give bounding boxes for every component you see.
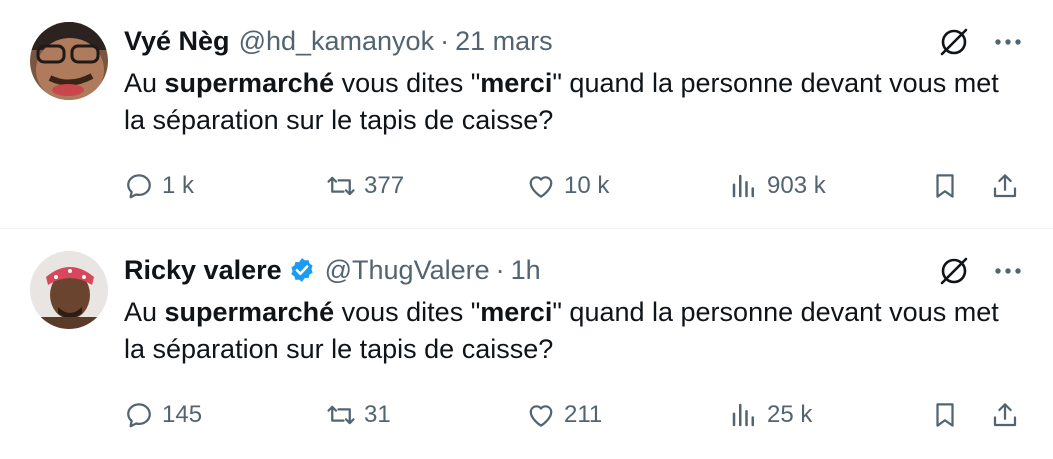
grok-icon[interactable] bbox=[937, 254, 971, 288]
verified-badge-icon[interactable] bbox=[288, 256, 316, 284]
reply-count: 1 k bbox=[162, 172, 195, 199]
text-bold: supermarché bbox=[164, 68, 335, 98]
separator-dot: · bbox=[495, 254, 505, 285]
retweet-button[interactable]: 377 bbox=[326, 168, 404, 204]
separator-dot: · bbox=[440, 25, 450, 56]
bookmark-button[interactable] bbox=[930, 168, 960, 204]
views-button[interactable]: 903 k bbox=[729, 168, 826, 204]
timestamp[interactable]: 1h bbox=[511, 255, 541, 286]
grok-icon[interactable] bbox=[937, 25, 971, 59]
text-part: Au bbox=[124, 68, 165, 98]
reply-button[interactable]: 145 bbox=[124, 397, 202, 433]
text-bold: merci bbox=[480, 68, 553, 98]
text-bold: merci bbox=[480, 297, 553, 327]
user-handle[interactable]: @hd_kamanyok bbox=[239, 26, 435, 57]
text-bold: supermarché bbox=[164, 297, 335, 327]
views-button[interactable]: 25 k bbox=[729, 397, 812, 433]
avatar[interactable] bbox=[30, 251, 108, 329]
avatar[interactable] bbox=[30, 22, 108, 100]
tweet-actions: 145 31 211 25 k bbox=[124, 397, 1024, 433]
retweet-count: 377 bbox=[364, 172, 405, 199]
like-icon bbox=[529, 176, 553, 198]
tweet-card[interactable]: Vyé Nèg @hd_kamanyok · 21 mars Au superm… bbox=[0, 0, 1053, 228]
like-icon bbox=[529, 405, 553, 427]
bookmark-icon bbox=[936, 403, 954, 427]
share-button[interactable] bbox=[990, 168, 1020, 204]
like-button[interactable]: 211 bbox=[526, 397, 602, 433]
views-count: 25 k bbox=[767, 401, 813, 428]
tweet-actions: 1 k 377 10 k 903 k bbox=[124, 168, 1024, 204]
like-count: 10 k bbox=[564, 172, 610, 199]
tweet-header: Ricky valere @ThugValere · 1h bbox=[124, 252, 541, 288]
retweet-count: 31 bbox=[364, 401, 391, 428]
views-icon bbox=[732, 174, 754, 198]
bookmark-icon bbox=[936, 174, 954, 198]
text-part: Au bbox=[124, 297, 165, 327]
like-count: 211 bbox=[564, 401, 603, 428]
like-button[interactable]: 10 k bbox=[526, 168, 609, 204]
reply-button[interactable]: 1 k bbox=[124, 168, 194, 204]
display-name[interactable]: Vyé Nèg bbox=[124, 26, 230, 57]
share-button[interactable] bbox=[990, 397, 1020, 433]
header-actions bbox=[937, 25, 1025, 59]
more-icon[interactable] bbox=[991, 254, 1025, 288]
tweet-text: Au supermarché vous dites "merci" quand … bbox=[124, 65, 1024, 139]
user-handle[interactable]: @ThugValere bbox=[325, 255, 490, 286]
reply-icon bbox=[127, 174, 151, 199]
views-icon bbox=[732, 403, 754, 427]
retweet-icon bbox=[327, 405, 355, 425]
views-count: 903 k bbox=[767, 172, 826, 199]
text-part: vous dites " bbox=[334, 68, 481, 98]
retweet-icon bbox=[327, 176, 355, 196]
reply-count: 145 bbox=[162, 401, 203, 428]
share-icon bbox=[993, 403, 1017, 427]
tweet-text: Au supermarché vous dites "merci" quand … bbox=[124, 294, 1024, 368]
tweet-card[interactable]: Ricky valere @ThugValere · 1h Au superma… bbox=[0, 229, 1053, 457]
bookmark-button[interactable] bbox=[930, 397, 960, 433]
reply-icon bbox=[127, 403, 151, 428]
retweet-button[interactable]: 31 bbox=[326, 397, 391, 433]
share-icon bbox=[993, 174, 1017, 198]
more-icon[interactable] bbox=[991, 25, 1025, 59]
tweet-header: Vyé Nèg @hd_kamanyok · 21 mars bbox=[124, 23, 553, 59]
header-actions bbox=[937, 254, 1025, 288]
tweet-feed: Vyé Nèg @hd_kamanyok · 21 mars Au superm… bbox=[0, 0, 1053, 459]
text-part: vous dites " bbox=[334, 297, 481, 327]
display-name[interactable]: Ricky valere bbox=[124, 255, 282, 286]
timestamp[interactable]: 21 mars bbox=[455, 26, 553, 57]
